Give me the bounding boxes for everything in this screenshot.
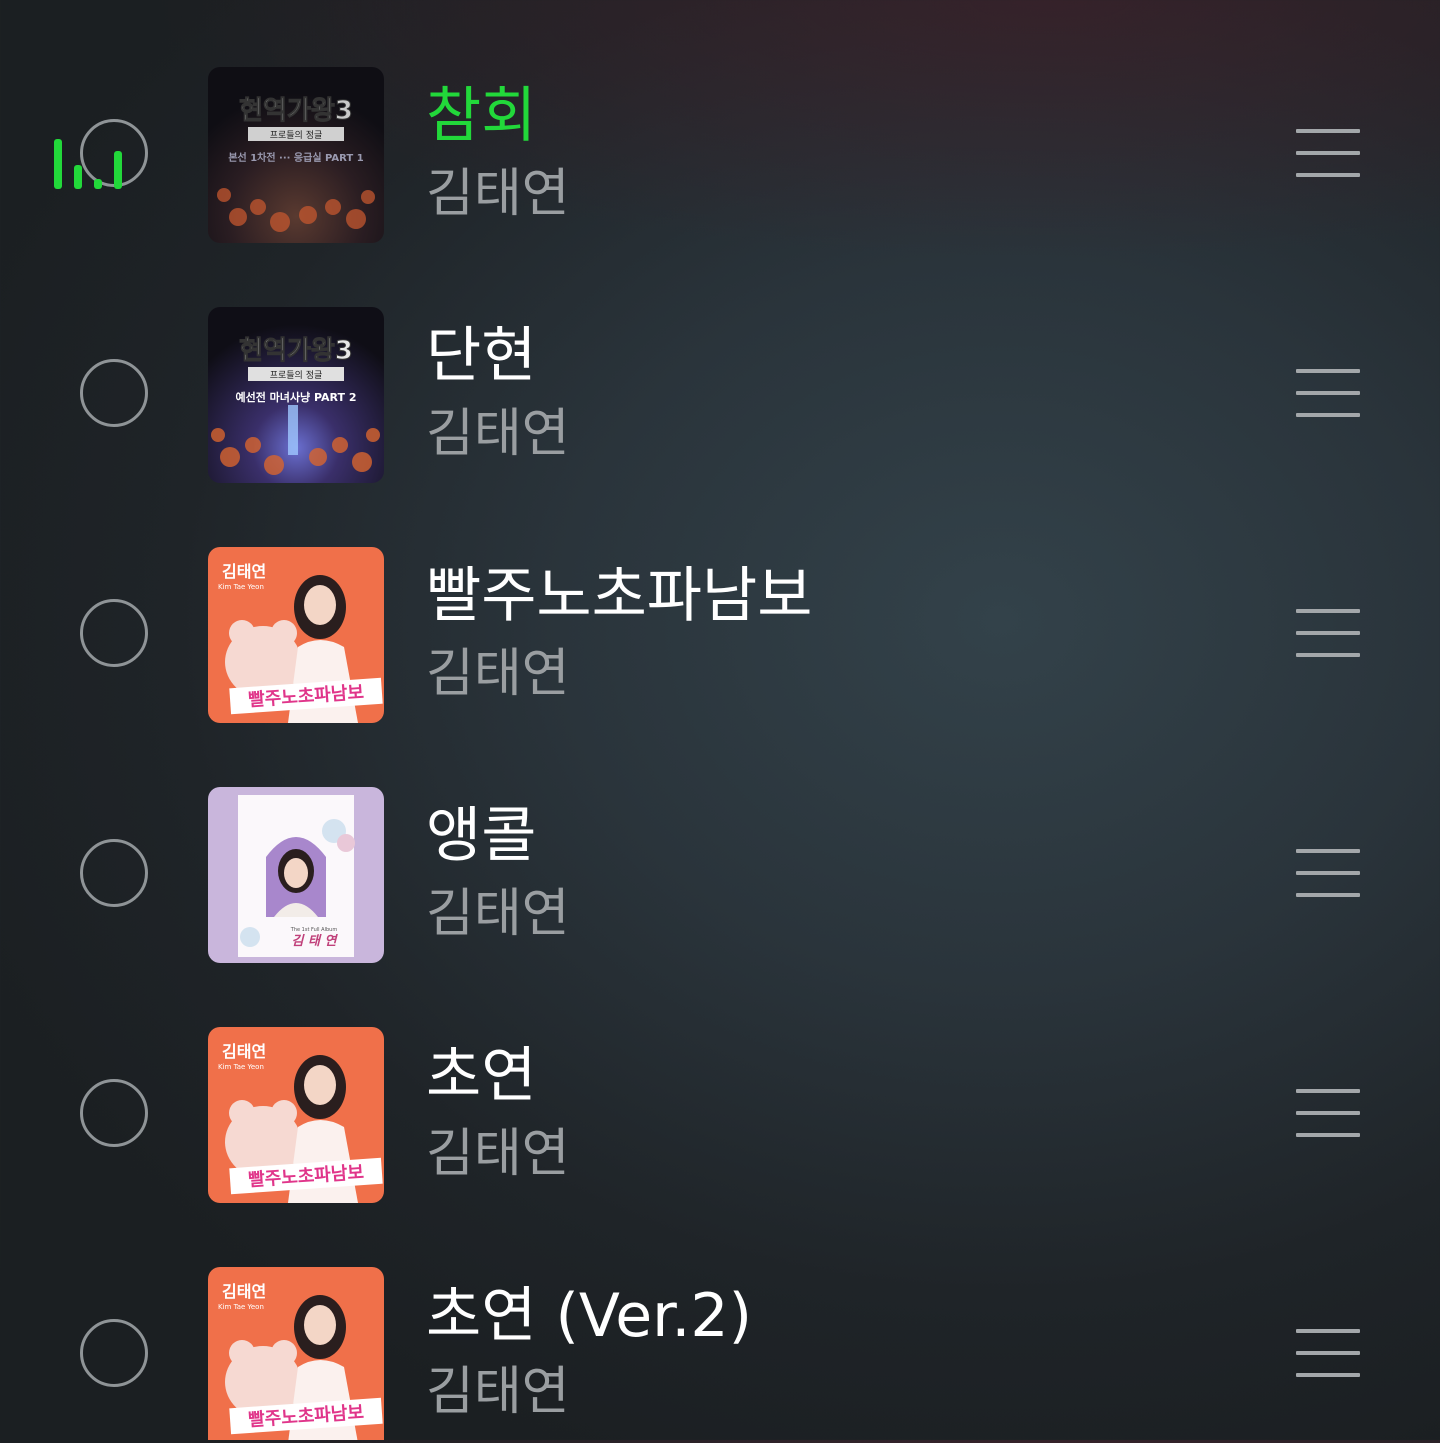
cover-line-2: Kim Tae Yeon xyxy=(218,1063,264,1071)
cover-line-1: 현역가왕3 xyxy=(239,336,353,366)
album-cover[interactable]: 김태연 Kim Tae Yeon 빨주노초파남보 xyxy=(208,547,384,723)
track-artist: 김태연 xyxy=(426,884,570,944)
drag-handle-icon[interactable] xyxy=(1296,609,1360,657)
playlist: 현역가왕3 프로들의 정글 본선 1차전 ··· 응급실 PART 1 참회 김… xyxy=(0,0,1440,1440)
cover-line-3: 예선전 마녀사냥 PART 2 xyxy=(235,390,356,404)
track-title: 앵콜 xyxy=(426,801,537,871)
track-artist: 김태연 xyxy=(426,404,570,464)
album-cover[interactable]: The 1st Full Album 김 태 연 xyxy=(208,787,384,963)
track-artist: 김태연 xyxy=(426,1124,570,1184)
drag-handle-icon[interactable] xyxy=(1296,1329,1360,1377)
album-cover[interactable]: 현역가왕3 프로들의 정글 예선전 마녀사냥 PART 2 xyxy=(208,307,384,483)
track-artist: 김태연 xyxy=(426,644,570,704)
album-cover[interactable]: 김태연 Kim Tae Yeon 빨주노초파남보 xyxy=(208,1027,384,1203)
cover-line-1: 김태연 xyxy=(222,1042,266,1061)
cover-line-1: 김태연 xyxy=(222,1282,266,1301)
playlist-item[interactable]: 김태연 Kim Tae Yeon 빨주노초파남보 빨주노초파남보 김태연 xyxy=(0,547,1440,723)
track-title: 초연 (Ver.2) xyxy=(426,1281,752,1351)
drag-handle-icon[interactable] xyxy=(1296,1089,1360,1137)
playlist-item[interactable]: 김태연 Kim Tae Yeon 빨주노초파남보 초연 (Ver.2) 김태연 xyxy=(0,1267,1440,1443)
drag-handle-icon[interactable] xyxy=(1296,369,1360,417)
select-circle-icon[interactable] xyxy=(80,599,148,667)
select-circle-icon[interactable] xyxy=(80,839,148,907)
playlist-item[interactable]: 김태연 Kim Tae Yeon 빨주노초파남보 초연 김태연 xyxy=(0,1027,1440,1203)
playlist-item[interactable]: 현역가왕3 프로들의 정글 예선전 마녀사냥 PART 2 단현 김태연 xyxy=(0,307,1440,483)
drag-handle-icon[interactable] xyxy=(1296,849,1360,897)
cover-line-1: 김태연 xyxy=(222,562,266,581)
cover-line-1: 현역가왕3 xyxy=(239,96,353,126)
drag-handle-icon[interactable] xyxy=(1296,129,1360,177)
cover-line-2: 프로들의 정글 xyxy=(270,130,323,141)
album-cover[interactable]: 현역가왕3 프로들의 정글 본선 1차전 ··· 응급실 PART 1 xyxy=(208,67,384,243)
track-title: 초연 xyxy=(426,1041,537,1111)
playlist-item[interactable]: 현역가왕3 프로들의 정글 본선 1차전 ··· 응급실 PART 1 참회 김… xyxy=(0,67,1440,243)
equalizer-icon xyxy=(54,133,124,189)
cover-line-2: Kim Tae Yeon xyxy=(218,1303,264,1311)
cover-line-2: Kim Tae Yeon xyxy=(218,583,264,591)
select-circle-icon[interactable] xyxy=(80,1079,148,1147)
cover-line-2: 프로들의 정글 xyxy=(270,370,323,381)
track-title: 참회 xyxy=(426,81,537,151)
cover-line-3: 본선 1차전 ··· 응급실 PART 1 xyxy=(228,151,363,164)
cover-line-1: The 1st Full Album xyxy=(290,927,338,933)
album-cover[interactable]: 김태연 Kim Tae Yeon 빨주노초파남보 xyxy=(208,1267,384,1440)
track-title: 빨주노초파남보 xyxy=(426,561,813,631)
select-circle-icon[interactable] xyxy=(80,1319,148,1387)
track-artist: 김태연 xyxy=(426,164,570,224)
select-circle-icon[interactable] xyxy=(80,359,148,427)
track-title: 단현 xyxy=(426,321,537,391)
track-artist: 김태연 xyxy=(426,1362,570,1422)
cover-line-2: 김 태 연 xyxy=(292,933,339,949)
playlist-item[interactable]: The 1st Full Album 김 태 연 앵콜 김태연 xyxy=(0,787,1440,963)
